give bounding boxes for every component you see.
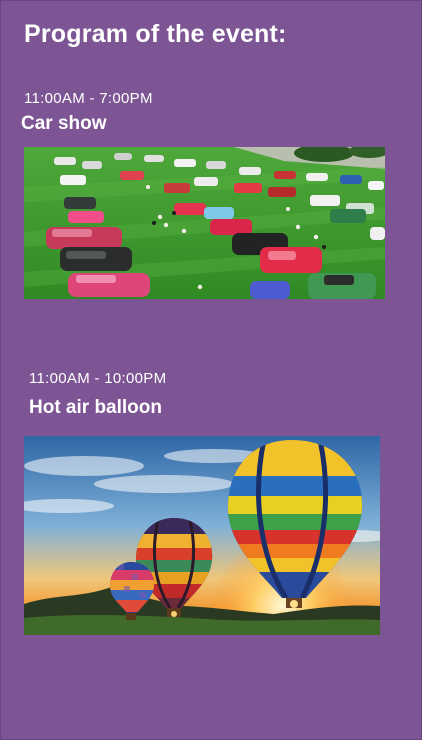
car-show-photo bbox=[24, 147, 385, 299]
event-name-car-show: Car show bbox=[21, 113, 107, 134]
event-name-hot-air-balloon: Hot air balloon bbox=[29, 397, 162, 418]
event-time-hot-air-balloon: 11:00AM - 10:00PM bbox=[29, 370, 167, 387]
event-time-car-show: 11:00AM - 7:00PM bbox=[24, 90, 153, 107]
hot-air-balloon-photo bbox=[24, 436, 380, 635]
page-title: Program of the event: bbox=[24, 20, 287, 48]
